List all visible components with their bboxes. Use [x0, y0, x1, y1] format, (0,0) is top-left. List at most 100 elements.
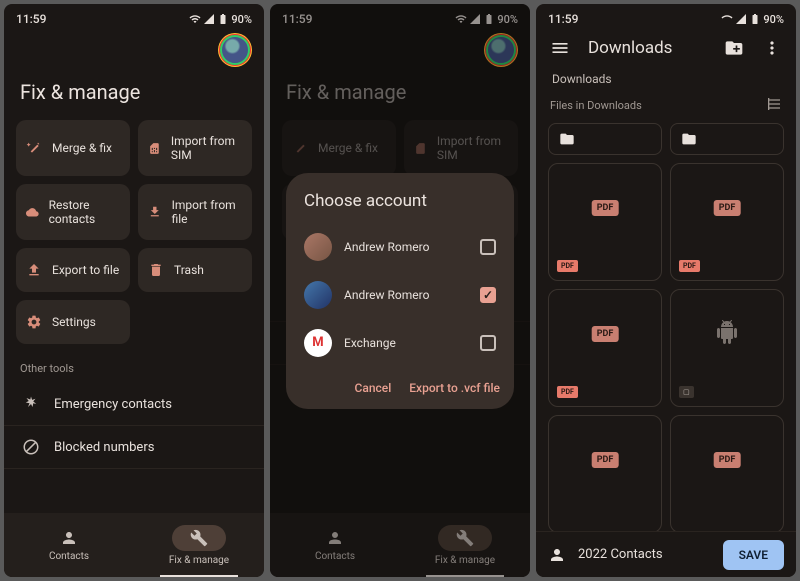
import-sim-button[interactable]: Import from SIM: [138, 120, 252, 176]
emergency-contacts-row[interactable]: Emergency contacts: [4, 383, 264, 426]
file-tile-pdf[interactable]: PDF: [670, 415, 784, 531]
file-tile-pdf[interactable]: PDF PDF: [548, 163, 662, 281]
battery-icon: [749, 13, 761, 25]
downloads-header: Downloads: [536, 30, 796, 66]
new-folder-icon[interactable]: [724, 38, 744, 58]
wifi-icon: [721, 13, 733, 25]
file-tile-pdf[interactable]: PDF: [548, 415, 662, 531]
import-file-button[interactable]: Import from file: [138, 184, 252, 240]
wifi-icon: [189, 13, 201, 25]
trash-icon: [148, 262, 164, 278]
sim-icon: [148, 140, 161, 156]
downloads-title: Downloads: [588, 38, 672, 58]
more-icon[interactable]: [762, 38, 782, 58]
other-tools-label: Other tools: [4, 344, 264, 383]
pane-fix-manage: 11:59 90% Fix & manage Merge & fix Impor…: [4, 4, 264, 577]
save-bar: 2022 Contacts SAVE: [536, 531, 796, 577]
pdf-mini-icon: PDF: [557, 260, 578, 272]
signal-icon: [203, 13, 215, 25]
pdf-badge-icon: PDF: [714, 200, 741, 216]
avatar-icon: [304, 281, 332, 309]
import-file-label: Import from file: [172, 198, 242, 226]
export-vcf-button[interactable]: Export to .vcf file: [409, 381, 500, 395]
header-row: [4, 30, 264, 66]
breadcrumb[interactable]: Downloads: [536, 66, 796, 96]
settings-button[interactable]: Settings: [16, 300, 130, 344]
bottom-nav: Contacts Fix & manage: [4, 513, 264, 577]
checkbox-icon[interactable]: [480, 335, 496, 351]
files-label: Files in Downloads: [550, 99, 642, 112]
list-view-icon[interactable]: [766, 96, 782, 115]
file-tile-apk[interactable]: ▢: [670, 289, 784, 407]
pdf-mini-icon: PDF: [679, 260, 700, 272]
trash-label: Trash: [174, 263, 204, 277]
import-sim-label: Import from SIM: [171, 134, 242, 162]
folder-icon: [681, 131, 697, 147]
checkbox-checked-icon[interactable]: [480, 287, 496, 303]
status-icons: 90%: [721, 13, 784, 26]
signal-icon: [735, 13, 747, 25]
gear-icon: [26, 314, 42, 330]
settings-label: Settings: [52, 315, 96, 329]
pdf-badge-icon: PDF: [592, 326, 619, 342]
nav-contacts-label: Contacts: [49, 551, 89, 562]
dialog-actions: Cancel Export to .vcf file: [300, 381, 500, 395]
account-name: Andrew Romero: [344, 240, 429, 254]
pane-choose-account: 11:59 90% Fix & manage Merge & fix Impor…: [270, 4, 530, 577]
avatar[interactable]: [220, 35, 250, 65]
folder-tile[interactable]: [670, 123, 784, 155]
account-row-2[interactable]: M Exchange: [300, 319, 500, 367]
dialog-title: Choose account: [300, 191, 500, 211]
account-row-0[interactable]: Andrew Romero: [300, 223, 500, 271]
nav-contacts[interactable]: Contacts: [4, 513, 134, 577]
merge-fix-label: Merge & fix: [52, 141, 112, 155]
cloud-restore-icon: [26, 204, 39, 220]
trash-button[interactable]: Trash: [138, 248, 252, 292]
wand-icon: [26, 140, 42, 156]
status-time: 11:59: [548, 12, 578, 26]
restore-contacts-label: Restore contacts: [49, 198, 120, 226]
file-tile-pdf[interactable]: PDF PDF: [670, 163, 784, 281]
action-grid: Merge & fix Import from SIM Restore cont…: [4, 120, 264, 344]
nav-fix-manage[interactable]: Fix & manage: [134, 513, 264, 577]
pdf-badge-icon: PDF: [714, 452, 741, 468]
account-name: Exchange: [344, 336, 396, 350]
checkbox-icon[interactable]: [480, 239, 496, 255]
choose-account-dialog: Choose account Andrew Romero Andrew Rome…: [286, 173, 514, 409]
export-file-label: Export to file: [52, 263, 119, 277]
pdf-mini-icon: PDF: [557, 386, 578, 398]
download-icon: [148, 204, 162, 220]
battery-icon: [217, 13, 229, 25]
merge-fix-button[interactable]: Merge & fix: [16, 120, 130, 176]
folder-icon: [559, 131, 575, 147]
file-tile-pdf[interactable]: PDF PDF: [548, 289, 662, 407]
cancel-button[interactable]: Cancel: [355, 381, 392, 395]
file-grid: PDF PDF PDF PDF PDF PDF ▢ PDF PDF: [536, 123, 796, 531]
folder-tile[interactable]: [548, 123, 662, 155]
pdf-badge-icon: PDF: [592, 452, 619, 468]
account-row-1[interactable]: Andrew Romero: [300, 271, 500, 319]
person-icon: [548, 546, 566, 564]
pdf-badge-icon: PDF: [592, 200, 619, 216]
avatar-icon: [304, 233, 332, 261]
upload-icon: [26, 262, 42, 278]
emergency-contacts-label: Emergency contacts: [54, 397, 172, 412]
save-button[interactable]: SAVE: [723, 540, 784, 570]
blocked-icon: [22, 438, 40, 456]
page-title: Fix & manage: [4, 66, 264, 120]
dialog-scrim[interactable]: Choose account Andrew Romero Andrew Rome…: [270, 4, 530, 577]
status-time: 11:59: [16, 12, 46, 26]
status-bar: 11:59 90%: [4, 4, 264, 30]
restore-contacts-button[interactable]: Restore contacts: [16, 184, 130, 240]
android-icon: [715, 320, 739, 348]
blocked-numbers-row[interactable]: Blocked numbers: [4, 426, 264, 469]
hamburger-icon[interactable]: [550, 38, 570, 58]
files-head: Files in Downloads: [536, 96, 796, 123]
status-bar: 11:59 90%: [536, 4, 796, 30]
document-name[interactable]: 2022 Contacts: [578, 547, 711, 562]
gmail-icon: M: [304, 329, 332, 357]
wrench-icon: [190, 529, 208, 547]
person-icon: [60, 529, 78, 547]
export-file-button[interactable]: Export to file: [16, 248, 130, 292]
asterisk-icon: [22, 395, 40, 413]
